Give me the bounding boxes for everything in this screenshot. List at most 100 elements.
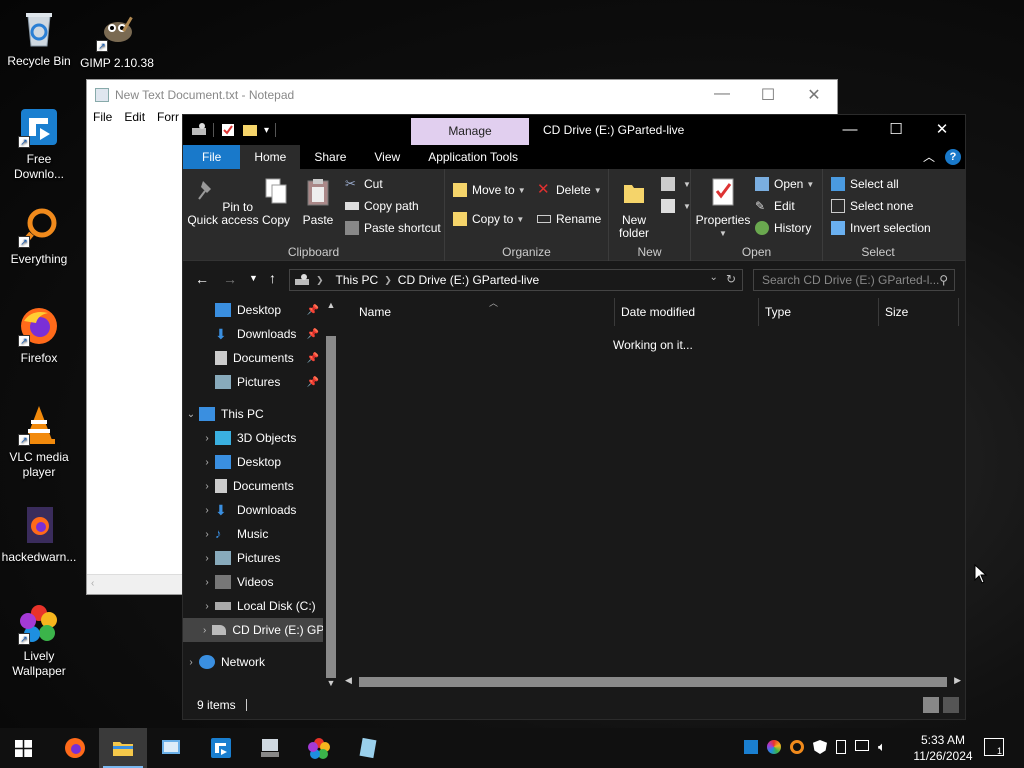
column-header-name[interactable]: Name ︿ (353, 298, 615, 326)
nav-item-local-disk-c[interactable]: › Local Disk (C:) (183, 594, 323, 618)
chevron-right-icon[interactable]: › (197, 625, 211, 636)
nav-item-quick-desktop[interactable]: Desktop 📌 (183, 298, 323, 322)
taskbar-disk-app[interactable] (246, 728, 294, 768)
chevron-right-icon[interactable]: › (199, 433, 215, 444)
details-view-icon[interactable] (923, 697, 939, 713)
copy-path-button[interactable]: Copy path (345, 199, 419, 213)
properties-qat-icon[interactable] (220, 122, 236, 138)
easy-access-button[interactable]: ▼ (661, 199, 691, 213)
properties-button[interactable]: Properties ▼ (695, 177, 751, 240)
nav-item-music[interactable]: › ♪ Music (183, 522, 323, 546)
scrollbar-thumb[interactable] (326, 336, 336, 678)
search-input[interactable]: Search CD Drive (E:) GParted-l... ⚲ (753, 269, 955, 291)
start-button[interactable] (0, 728, 48, 768)
copy-to-button[interactable]: Copy to ▼ (453, 212, 524, 226)
tray-download-manager-icon[interactable] (744, 740, 758, 754)
pin-to-quick-access-button[interactable]: Pin to Quick access (187, 177, 259, 227)
desktop-icon-hackedwarn[interactable]: hackedwarn... (0, 504, 78, 565)
tab-home[interactable]: Home (240, 145, 301, 169)
qat-dropdown-icon[interactable]: ▾ (264, 125, 269, 136)
collapse-ribbon-icon[interactable]: ︿ (923, 148, 935, 165)
copy-button[interactable]: Copy (259, 177, 293, 227)
new-item-button[interactable]: ▼ (661, 177, 691, 191)
large-icons-view-icon[interactable] (943, 697, 959, 713)
tab-share[interactable]: Share (300, 145, 360, 169)
close-button[interactable]: ✕ (791, 85, 837, 105)
nav-item-this-pc[interactable]: ⌄ This PC (183, 402, 323, 426)
notepad-titlebar[interactable]: New Text Document.txt - Notepad — ☐ ✕ (87, 80, 837, 110)
maximize-button[interactable]: ☐ (745, 85, 791, 105)
select-all-button[interactable]: Select all (831, 177, 899, 191)
scroll-right-icon[interactable]: ▶ (954, 675, 961, 686)
nav-item-quick-pictures[interactable]: Pictures 📌 (183, 370, 323, 394)
tab-manage[interactable]: Manage (411, 118, 529, 145)
scrollbar-thumb[interactable] (359, 677, 947, 687)
tab-file[interactable]: File (183, 145, 241, 169)
address-bar[interactable]: ❯ This PC ❯ CD Drive (E:) GParted-live ⌄… (289, 269, 743, 291)
tray-usb-icon[interactable] (836, 740, 846, 754)
column-header-type[interactable]: Type (759, 298, 879, 326)
nav-item-videos[interactable]: › Videos (183, 570, 323, 594)
file-list-pane[interactable]: Name ︿ Date modified Type Size Working o… (341, 298, 965, 690)
paste-button[interactable]: Paste (299, 177, 337, 227)
nav-item-downloads[interactable]: › ⬇ Downloads (183, 498, 323, 522)
nav-item-quick-downloads[interactable]: ⬇ Downloads 📌 (183, 322, 323, 346)
tray-network-icon[interactable] (855, 740, 869, 751)
refresh-icon[interactable]: ↻ (726, 272, 736, 286)
explorer-titlebar[interactable]: ▾ Manage CD Drive (E:) GParted-live — ☐ … (183, 115, 965, 145)
nav-item-cd-drive-e[interactable]: › CD Drive (E:) GP... (183, 618, 323, 642)
close-button[interactable]: ✕ (919, 115, 965, 145)
new-folder-button[interactable]: New folder (611, 177, 657, 240)
scroll-up-icon[interactable]: ▲ (323, 300, 339, 310)
menu-file[interactable]: File (93, 110, 112, 130)
taskbar-notepad[interactable] (344, 728, 392, 768)
taskbar-clock[interactable]: 5:33 AM 11/26/2024 (910, 732, 976, 764)
nav-item-quick-documents[interactable]: Documents 📌 (183, 346, 323, 370)
desktop-icon-vlc[interactable]: ↗ VLC media player (0, 404, 78, 480)
chevron-down-icon[interactable]: ⌄ (183, 409, 199, 420)
chevron-right-icon[interactable]: › (199, 457, 215, 468)
tray-everything-icon[interactable] (790, 740, 804, 754)
help-icon[interactable]: ? (945, 148, 961, 165)
tray-lively-icon[interactable] (767, 740, 781, 754)
scroll-down-icon[interactable]: ▼ (323, 678, 339, 688)
nav-item-pictures[interactable]: › Pictures (183, 546, 323, 570)
desktop-icon-gimp[interactable]: ↗ GIMP 2.10.38 (78, 10, 156, 71)
back-arrow-icon[interactable]: ← (195, 271, 209, 287)
invert-selection-button[interactable]: Invert selection (831, 221, 931, 235)
minimize-button[interactable]: — (699, 85, 745, 105)
forward-arrow-icon[interactable]: → (223, 271, 237, 287)
breadcrumb-cd-drive[interactable]: CD Drive (E:) GParted-live (398, 273, 539, 287)
scroll-left-icon[interactable]: ◀ (345, 675, 352, 686)
desktop-icon-everything[interactable]: ↗ Everything (0, 206, 78, 267)
breadcrumb-this-pc[interactable]: This PC (336, 273, 379, 287)
minimize-button[interactable]: — (827, 115, 873, 145)
tray-volume-icon[interactable]: 🔈︎ (878, 740, 892, 754)
paste-shortcut-button[interactable]: Paste shortcut (345, 221, 441, 235)
address-dropdown-icon[interactable]: ⌄ (710, 272, 718, 286)
menu-edit[interactable]: Edit (124, 110, 145, 130)
column-header-date-modified[interactable]: Date modified (615, 298, 759, 326)
select-none-button[interactable]: Select none (831, 199, 913, 213)
open-button[interactable]: Open ▼ (755, 177, 814, 191)
taskbar-file-explorer[interactable] (99, 728, 147, 768)
delete-button[interactable]: ✕ Delete ▼ (537, 182, 602, 197)
maximize-button[interactable]: ☐ (873, 115, 919, 145)
desktop-icon-free-download[interactable]: ↗ Free Downlo... (0, 106, 78, 182)
taskbar-control-panel[interactable] (147, 728, 195, 768)
chevron-right-icon[interactable]: › (199, 577, 215, 588)
nav-item-documents[interactable]: › Documents (183, 474, 323, 498)
edit-button[interactable]: ✎ Edit (755, 199, 795, 213)
notification-center-icon[interactable]: 1 (984, 738, 1004, 756)
recent-locations-chevron-icon[interactable]: ▼ (249, 273, 258, 283)
new-folder-qat-icon[interactable] (242, 122, 258, 138)
chevron-right-icon[interactable]: › (199, 529, 215, 540)
chevron-right-icon[interactable]: › (199, 553, 215, 564)
tray-security-shield-icon[interactable] (813, 740, 827, 754)
chevron-right-icon[interactable]: › (199, 481, 215, 492)
nav-item-network[interactable]: › Network (183, 650, 323, 674)
column-header-size[interactable]: Size (879, 298, 959, 326)
tab-application-tools[interactable]: Application Tools (414, 145, 532, 169)
chevron-right-icon[interactable]: › (183, 657, 199, 668)
chevron-right-icon[interactable]: › (199, 601, 215, 612)
